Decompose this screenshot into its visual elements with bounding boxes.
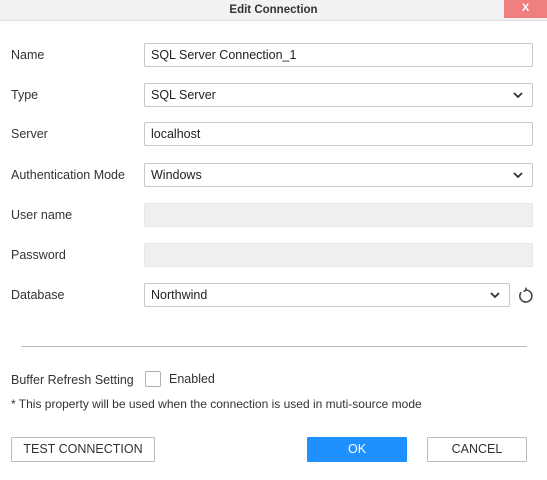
type-select[interactable]: SQL Server [144, 83, 533, 107]
ok-button[interactable]: OK [307, 437, 407, 462]
chevron-down-icon [513, 92, 523, 99]
server-input-value: localhost [151, 127, 201, 141]
chevron-down-icon [513, 172, 523, 179]
buffer-refresh-label: Buffer Refresh Setting [11, 373, 134, 387]
name-label: Name [11, 48, 45, 62]
auth-mode-label: Authentication Mode [11, 168, 125, 182]
database-label: Database [11, 288, 65, 302]
database-select[interactable]: Northwind [144, 283, 510, 307]
name-input[interactable]: SQL Server Connection_1 [144, 43, 533, 67]
close-button[interactable]: X [504, 0, 547, 18]
type-select-value: SQL Server [151, 88, 216, 102]
username-input[interactable] [144, 203, 533, 227]
username-label: User name [11, 208, 73, 222]
buffer-note: * This property will be used when the co… [11, 397, 422, 411]
test-connection-button[interactable]: TEST CONNECTION [11, 437, 155, 462]
window-title: Edit Connection [229, 4, 318, 16]
auth-mode-select-value: Windows [151, 168, 202, 182]
auth-mode-select[interactable]: Windows [144, 163, 533, 187]
cancel-button[interactable]: CANCEL [427, 437, 527, 462]
chevron-down-icon [490, 292, 500, 299]
server-label: Server [11, 127, 48, 141]
section-divider [21, 346, 527, 347]
password-input[interactable] [144, 243, 533, 267]
type-label: Type [11, 88, 39, 102]
buffer-enabled-checkbox[interactable] [145, 371, 161, 387]
database-select-value: Northwind [151, 288, 208, 302]
server-input[interactable]: localhost [144, 122, 533, 146]
name-input-value: SQL Server Connection_1 [151, 48, 297, 62]
refresh-icon[interactable] [517, 287, 535, 305]
buffer-enabled-label: Enabled [169, 372, 215, 386]
password-label: Password [11, 248, 66, 262]
